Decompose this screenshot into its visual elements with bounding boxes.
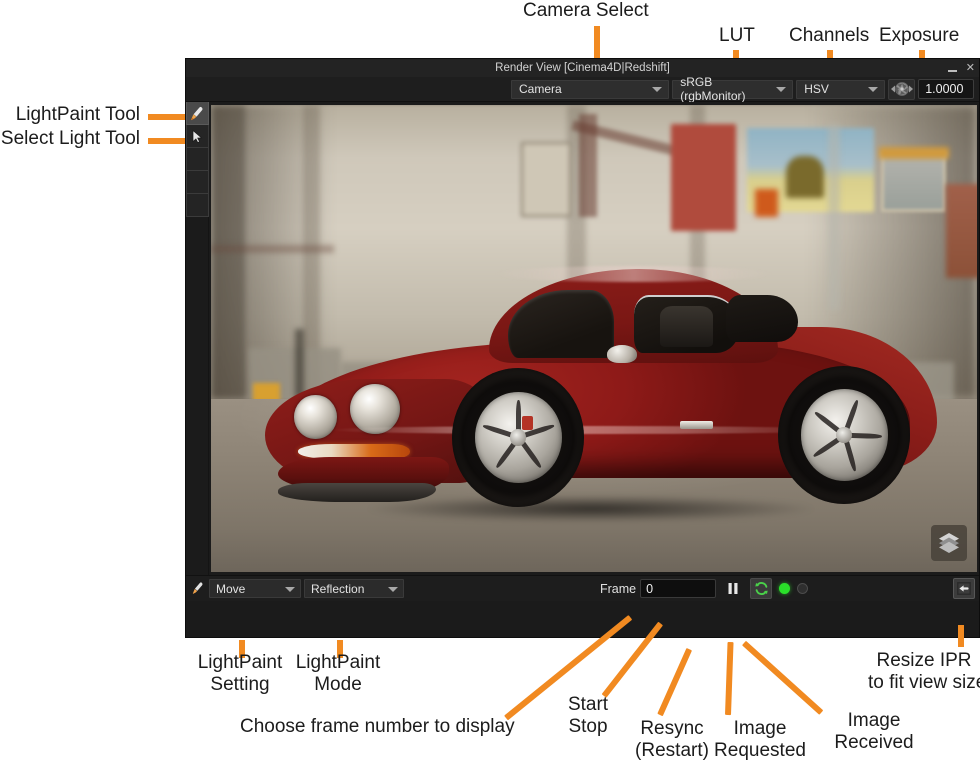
start-stop-button[interactable] xyxy=(722,578,744,599)
annotation-image-received: Image Received xyxy=(834,710,914,753)
annotation-resize-ipr: Resize IPR to fit view size xyxy=(868,650,980,693)
chevron-down-icon xyxy=(652,87,663,92)
arrow-left-into-box-icon xyxy=(957,582,971,595)
exposure-value: 1.0000 xyxy=(925,82,964,96)
window-titlebar: Render View [Cinema4D|Redshift] ✕ xyxy=(186,59,979,77)
aperture-icon[interactable] xyxy=(888,78,916,100)
chevron-down-icon xyxy=(868,87,879,92)
render-view-window: Render View [Cinema4D|Redshift] ✕ Camera… xyxy=(185,58,980,638)
chevron-down-icon xyxy=(388,586,398,592)
window-title: Render View [Cinema4D|Redshift] xyxy=(495,62,670,74)
screenshot-root: Camera Select LUT Channels Exposure Ligh… xyxy=(0,0,980,768)
tool-slot-3[interactable] xyxy=(186,148,209,171)
leader-resync xyxy=(657,648,693,717)
leader-image-requested xyxy=(725,641,734,716)
refresh-icon xyxy=(754,582,768,595)
render-toolbar: Camera sRGB (rgbMonitor) HSV 1.0000 xyxy=(186,75,979,103)
pause-icon xyxy=(728,583,738,594)
redshift-logo-badge xyxy=(931,525,967,561)
lightpaint-mode-value: Reflection xyxy=(311,581,365,596)
lut-dropdown[interactable]: sRGB (rgbMonitor) xyxy=(672,75,794,103)
render-image[interactable] xyxy=(211,105,977,572)
channels-value: HSV xyxy=(804,82,829,96)
app-body xyxy=(186,102,979,575)
tool-strip xyxy=(186,102,209,575)
annotation-exposure: Exposure xyxy=(879,25,960,46)
render-canvas-wrap xyxy=(209,102,979,575)
car-render xyxy=(264,264,937,531)
window-controls: ✕ xyxy=(947,59,975,77)
image-received-led xyxy=(797,583,809,594)
camera-select-dropdown[interactable]: Camera xyxy=(511,79,670,99)
chevron-down-icon xyxy=(285,586,295,592)
frame-input[interactable]: 0 xyxy=(640,579,717,598)
paintbrush-icon xyxy=(191,106,203,120)
annotation-image-requested: Image Requested xyxy=(714,718,806,761)
frame-value: 0 xyxy=(646,581,654,596)
rendered-scene xyxy=(211,105,977,572)
annotation-channels: Channels xyxy=(789,25,870,46)
render-statusbar: Move Reflection Frame 0 xyxy=(186,575,979,601)
chevron-down-icon xyxy=(776,87,787,92)
frame-label: Frame xyxy=(600,581,637,596)
annotation-start-stop: Start Stop xyxy=(567,694,609,737)
frame-group: Frame 0 xyxy=(600,578,809,599)
lightpaint-setting-value: Move xyxy=(216,581,246,596)
lightpaint-tool-button[interactable] xyxy=(186,102,209,125)
leader-lightpaint-tool xyxy=(148,114,190,120)
close-button[interactable]: ✕ xyxy=(966,59,975,77)
annotation-lut: LUT xyxy=(719,25,755,46)
leader-image-received xyxy=(741,640,824,715)
select-light-tool-button[interactable] xyxy=(186,125,209,148)
resync-button[interactable] xyxy=(750,578,773,599)
annotation-camera-select: Camera Select xyxy=(523,0,649,21)
exposure-input[interactable]: 1.0000 xyxy=(918,79,975,99)
annotation-select-light-tool: Select Light Tool xyxy=(0,128,140,149)
tool-slot-4[interactable] xyxy=(186,171,209,194)
image-requested-led xyxy=(779,583,791,594)
tool-slot-5[interactable] xyxy=(186,194,209,217)
cursor-arrow-icon xyxy=(192,129,203,143)
annotation-lightpaint-mode: LightPaint Mode xyxy=(295,652,381,695)
annotation-lightpaint-tool: LightPaint Tool xyxy=(15,104,140,125)
leader-select-light-tool xyxy=(148,138,190,144)
lightpaint-setting-dropdown[interactable]: Move xyxy=(209,579,301,598)
resize-ipr-button[interactable] xyxy=(953,578,975,599)
minimize-button[interactable] xyxy=(947,65,957,72)
camera-select-value: Camera xyxy=(519,82,562,96)
lut-value: sRGB (rgbMonitor) xyxy=(680,75,746,103)
annotation-choose-frame: Choose frame number to display xyxy=(240,716,515,737)
lightpaint-mode-dropdown[interactable]: Reflection xyxy=(304,579,404,598)
leader-resize-ipr xyxy=(958,625,964,647)
paintbrush-icon xyxy=(188,578,208,600)
channels-dropdown[interactable]: HSV xyxy=(796,79,886,99)
